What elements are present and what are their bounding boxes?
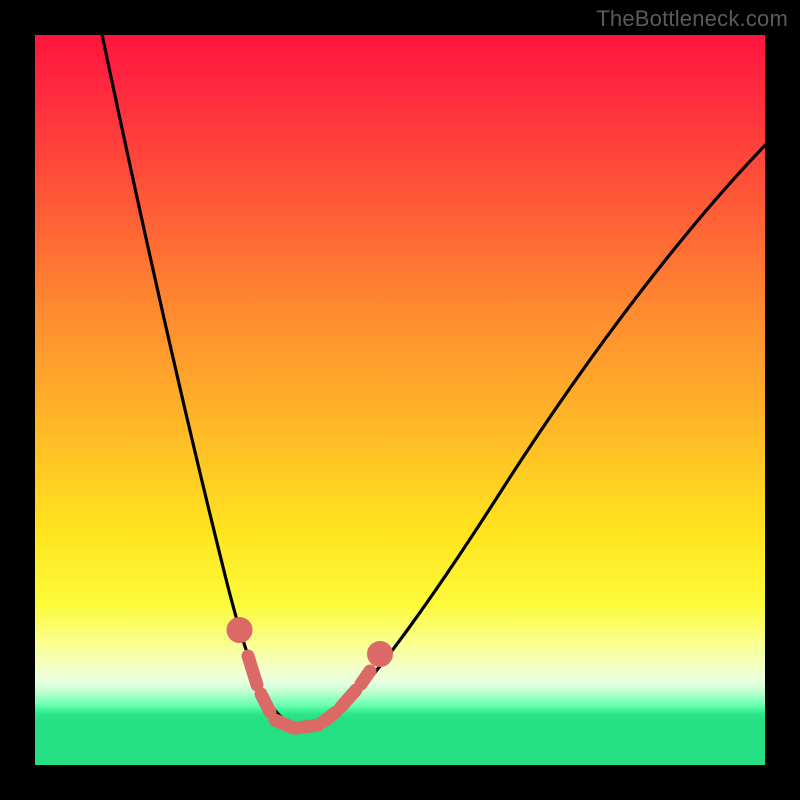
plot-area xyxy=(35,35,765,765)
watermark-text: TheBottleneck.com xyxy=(596,6,788,32)
bottleneck-curve xyxy=(35,35,765,765)
chart-frame: TheBottleneck.com xyxy=(0,0,800,800)
marker-group xyxy=(233,624,387,729)
curve-path xyxy=(100,35,765,728)
